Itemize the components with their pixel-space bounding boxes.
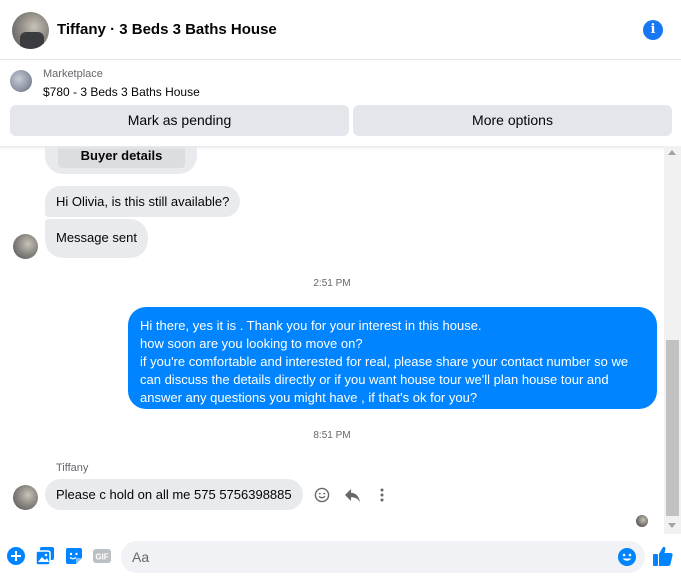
listing-thumbnail[interactable] (10, 70, 32, 92)
message-timestamp: 8:51 PM (313, 430, 351, 441)
svg-text:GIF: GIF (95, 553, 108, 562)
incoming-message[interactable]: Please c hold on all me 575 5756398885 (45, 479, 303, 510)
message-line: if you're comfortable and interested for… (140, 354, 629, 369)
message-line: answer any questions you might have , if… (140, 390, 478, 405)
photo-icon[interactable] (35, 546, 55, 566)
outgoing-message[interactable]: Hi there, yes it is . Thank you for your… (128, 307, 657, 409)
conversation-title[interactable]: Tiffany · 3 Beds 3 Baths House (57, 21, 277, 38)
incoming-message[interactable]: Message sent (45, 219, 148, 258)
marketplace-label: Marketplace (43, 68, 103, 80)
message-actions (313, 485, 391, 505)
scroll-up-arrow-icon[interactable] (668, 150, 676, 155)
seen-indicator-avatar (636, 515, 648, 527)
sticker-icon[interactable] (64, 546, 84, 566)
info-icon[interactable]: i (643, 20, 663, 40)
message-line: how soon are you looking to move on? (140, 336, 363, 351)
message-line: Hi there, yes it is . Thank you for your… (140, 318, 482, 333)
divider (0, 146, 681, 150)
sender-avatar[interactable] (13, 485, 38, 510)
react-icon[interactable] (313, 486, 331, 504)
mark-as-pending-button[interactable]: Mark as pending (10, 105, 349, 136)
scroll-down-arrow-icon[interactable] (668, 523, 676, 528)
gif-icon[interactable]: GIF (92, 546, 112, 566)
plus-icon[interactable] (6, 546, 26, 566)
message-thread[interactable]: Buyer details Hi Olivia, is this still a… (0, 146, 664, 534)
more-actions-icon[interactable] (373, 486, 391, 504)
avatar[interactable] (12, 12, 49, 49)
message-input[interactable] (121, 541, 601, 573)
incoming-message[interactable]: Hi Olivia, is this still available? (45, 186, 241, 217)
message-input-wrapper (121, 541, 645, 573)
sender-avatar[interactable] (13, 234, 38, 259)
scrollbar[interactable] (664, 146, 681, 534)
message-timestamp: 2:51 PM (313, 278, 351, 289)
message-line: can discuss the details directly or if y… (140, 372, 609, 387)
emoji-icon[interactable] (617, 547, 637, 567)
listing-title[interactable]: $780 - 3 Beds 3 Baths House (43, 85, 200, 99)
like-icon[interactable] (652, 545, 674, 567)
scroll-thumb[interactable] (666, 340, 679, 516)
more-options-button[interactable]: More options (353, 105, 672, 136)
reply-icon[interactable] (343, 486, 361, 504)
conversation-header: Tiffany · 3 Beds 3 Baths House i (0, 0, 681, 60)
message-composer: GIF (0, 534, 681, 579)
sender-name: Tiffany (56, 462, 89, 474)
